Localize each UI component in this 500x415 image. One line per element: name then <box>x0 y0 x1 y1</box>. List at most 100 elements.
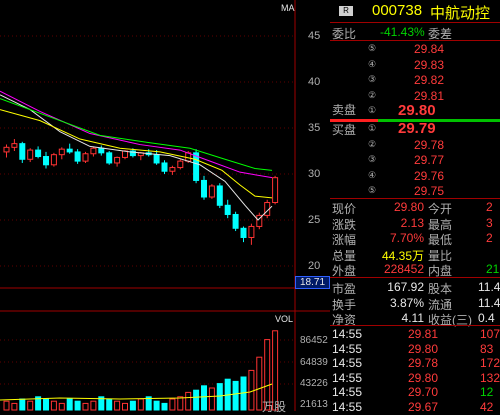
vol-tick: 64839 <box>300 357 328 368</box>
buy-price: 29.76 <box>414 168 445 183</box>
ma-label: MA <box>281 3 295 13</box>
stat-row: 总量 44.35万 量比 <box>330 246 500 263</box>
buy-price: 29.78 <box>414 137 445 152</box>
fundamental-value: 3.87% <box>389 295 424 310</box>
fundamental-value: 4.11 <box>401 311 424 325</box>
candle-body <box>153 154 160 164</box>
candle-body <box>106 152 113 164</box>
volume-bar <box>193 389 200 411</box>
vol-tick: 21613 <box>300 399 328 410</box>
candle-body <box>19 143 26 160</box>
kline-chart[interactable] <box>0 0 330 411</box>
stock-name: 中航动控 <box>430 5 491 22</box>
tick-time: 14:55 <box>332 327 363 341</box>
level-index: ① <box>368 105 377 115</box>
fundamental-row: 市盈 167.92 股本 11.4 <box>330 279 500 296</box>
volume-bar <box>129 400 136 411</box>
tick-time: 14:55 <box>332 356 363 370</box>
level-index: ② <box>368 89 377 100</box>
fundamental-value: 11.4 <box>478 295 500 310</box>
candle-body <box>82 153 89 162</box>
candle-body <box>27 149 34 160</box>
buy-level-row: ⑤ 29.75 <box>330 183 500 199</box>
tick-row: 14:55 29.67 42 <box>330 399 500 415</box>
weibi-row: 委比 -41.43% 委差 <box>332 25 453 41</box>
candle-body <box>43 156 49 166</box>
tick-price: 29.81 <box>408 327 439 341</box>
fundamental-row: 换手 3.87% 流通 11.4 <box>330 295 500 312</box>
sell-price: 29.83 <box>414 57 445 72</box>
tick-volume: 12 <box>480 385 494 399</box>
candle-body <box>161 162 168 172</box>
volume-bar <box>208 387 215 411</box>
tick-price: 29.80 <box>408 370 439 385</box>
buy-level-row: ① 29.79 <box>330 120 500 137</box>
candle-body <box>201 179 207 198</box>
sell-price: 29.84 <box>414 42 445 56</box>
stat-value: 2.13 <box>400 215 424 230</box>
volume-bar <box>153 400 160 411</box>
buy-price: 29.79 <box>398 120 436 137</box>
fundamental-value: 11.4 <box>478 280 500 294</box>
ma60-line <box>0 98 273 171</box>
stock-header[interactable]: R 000738 中航动控 <box>330 0 500 22</box>
tick-price: 29.80 <box>408 341 439 356</box>
stat-value: 29.80 <box>393 200 424 214</box>
sell-level-row: ④ 29.83 <box>330 57 500 73</box>
ma20-line <box>0 90 273 179</box>
stat-row: 涨幅 7.70% 最低 2 <box>330 230 500 247</box>
sell-price: 29.82 <box>414 73 445 87</box>
sell-level-row: ⑤ 29.84 <box>330 41 500 57</box>
tick-price: 29.78 <box>408 356 439 370</box>
volume-bar <box>82 402 89 411</box>
sell-level-row: ③ 29.82 <box>330 72 500 88</box>
quote-panel: R 000738 中航动控 委比 -41.43% 委差 ⑤ 29.84 ④ 29.83… <box>330 0 500 414</box>
vol-label: VOL <box>275 314 294 324</box>
market-badge: R <box>339 6 353 16</box>
tick-time: 14:55 <box>332 370 363 385</box>
tick-time: 14:55 <box>332 341 363 356</box>
level-index: ⑤ <box>368 43 377 53</box>
candle-body <box>3 146 10 153</box>
stat-row: 外盘 228452 内盘 21 <box>330 261 500 278</box>
candle-body <box>272 177 279 204</box>
candle-body <box>232 213 239 229</box>
volume-bar <box>169 398 176 411</box>
buy-price: 29.75 <box>414 184 445 198</box>
buy-level-row: ② 29.78 <box>330 137 500 153</box>
level-index: ② <box>368 138 377 149</box>
volume-bar <box>161 402 168 411</box>
vol-tick: 43226 <box>300 378 328 389</box>
stat-value: 7.70% <box>389 231 424 245</box>
stat-value: 2 <box>486 200 493 214</box>
candle-body <box>177 160 184 169</box>
stat-value: 3 <box>486 215 493 230</box>
price-tick: 25 <box>308 214 321 226</box>
fundamental-value: 0.4 <box>478 311 495 325</box>
candle-body <box>240 227 247 238</box>
vol-unit: 万股 <box>262 400 287 414</box>
level-index: ① <box>368 123 377 133</box>
candle-body <box>11 143 18 148</box>
volume-bar <box>185 391 192 411</box>
stat-row: 涨跌 2.13 最高 3 <box>330 215 500 232</box>
candle-body <box>224 204 231 215</box>
weibi-value: -41.43% <box>380 25 425 39</box>
candle-body <box>114 156 121 164</box>
volume-bar <box>248 369 255 411</box>
sell-label: 卖盘 <box>332 103 357 117</box>
candle-body <box>66 148 73 153</box>
volume-bar <box>43 398 49 411</box>
candle-body <box>35 149 42 158</box>
stat-value: 2 <box>486 231 493 245</box>
candle-body <box>208 185 215 198</box>
volume-bar <box>90 400 97 411</box>
candle-body <box>58 148 65 156</box>
volume-bar <box>106 398 113 411</box>
volume-bar <box>137 398 144 411</box>
level-index: ③ <box>368 154 377 164</box>
candle-body <box>98 147 105 154</box>
tick-price: 29.70 <box>408 385 439 399</box>
level-index: ⑤ <box>368 185 377 195</box>
price-tick: 45 <box>308 30 321 42</box>
